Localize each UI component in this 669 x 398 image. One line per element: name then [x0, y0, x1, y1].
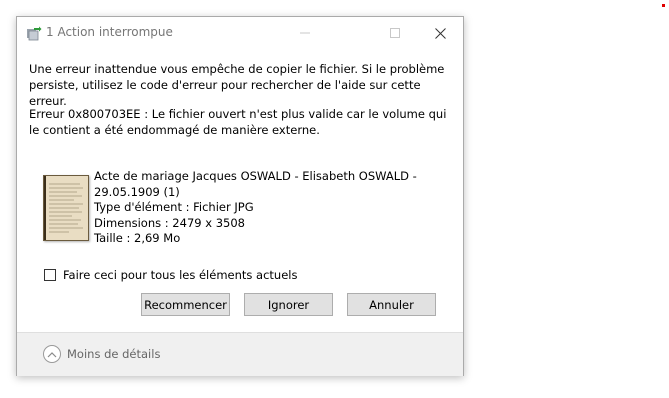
file-type: Type d'élément : Fichier JPG [94, 200, 254, 214]
close-icon [434, 27, 446, 39]
chevron-up-icon[interactable] [43, 345, 61, 363]
apply-to-all-label[interactable]: Faire ceci pour tous les éléments actuel… [63, 268, 297, 282]
error-message: Une erreur inattendue vous empêche de co… [29, 62, 445, 108]
red-marker [662, 4, 665, 7]
restart-button[interactable]: Recommencer [141, 293, 230, 316]
file-dimensions: Dimensions : 2479 x 3508 [94, 215, 245, 230]
minimize-button[interactable] [282, 17, 328, 49]
maximize-button[interactable] [372, 17, 418, 49]
less-details-label[interactable]: Moins de détails [67, 347, 160, 361]
title-bar[interactable]: 1 Action interrompue [17, 17, 463, 49]
less-details-toggle[interactable]: Moins de détails [43, 345, 160, 363]
apply-to-all-option[interactable]: Faire ceci pour tous les éléments actuel… [44, 268, 297, 282]
close-button[interactable] [417, 17, 463, 49]
error-dialog: 1 Action interrompue Une erreur inattend… [16, 16, 464, 376]
error-code-message: Erreur 0x800703EE : Le fichier ouvert n'… [29, 107, 447, 137]
file-name: Acte de mariage Jacques OSWALD - Elisabe… [94, 169, 417, 183]
minimize-icon [300, 32, 310, 34]
file-details: Acte de mariage Jacques OSWALD - Elisabe… [94, 169, 434, 247]
copy-transfer-icon [26, 26, 42, 42]
file-thumbnail [43, 175, 89, 241]
file-name-continued: 29.05.1909 (1) [94, 184, 180, 199]
ignore-button[interactable]: Ignorer [244, 293, 333, 316]
maximize-icon [390, 28, 400, 38]
file-size: Taille : 2,69 Mo [94, 231, 181, 245]
window-title: 1 Action interrompue [46, 25, 173, 39]
cancel-button[interactable]: Annuler [347, 293, 436, 316]
dialog-footer: Moins de détails [17, 332, 463, 376]
document-thumbnail-icon [44, 176, 88, 240]
apply-to-all-checkbox[interactable] [44, 269, 56, 281]
